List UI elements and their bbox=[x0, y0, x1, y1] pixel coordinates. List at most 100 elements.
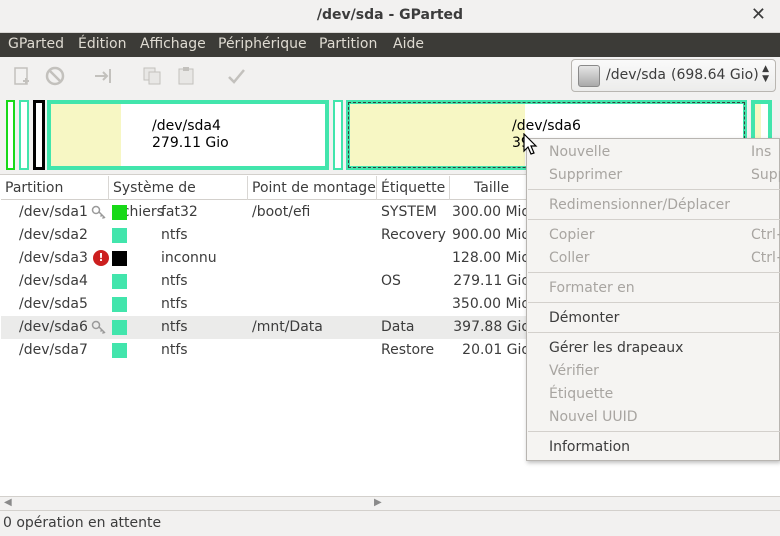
window-title: /dev/sda - GParted bbox=[316, 7, 464, 23]
menu-gparted[interactable]: GParted bbox=[8, 36, 64, 52]
shortcut-copier: Ctrl+ bbox=[751, 227, 780, 243]
partition-name: /dev/sda2 bbox=[19, 227, 88, 243]
used-space-bar bbox=[51, 104, 121, 166]
menu-item-nouvel-uuid[interactable]: Nouvel UUID bbox=[549, 409, 638, 425]
device-selector[interactable]: /dev/sda (698.64 Gio) ▲ ▼ bbox=[571, 59, 776, 92]
menu-separator bbox=[528, 189, 780, 190]
filesystem-color-swatch bbox=[112, 228, 127, 243]
menu-peripherique[interactable]: Périphérique bbox=[218, 36, 307, 52]
delete-icon[interactable] bbox=[45, 66, 65, 86]
menu-aide[interactable]: Aide bbox=[393, 36, 424, 52]
disk-segment-sda3[interactable] bbox=[33, 100, 45, 170]
size-value: 20.01 Gio bbox=[462, 342, 530, 358]
horizontal-scrollbar[interactable]: ◀ ▶ bbox=[0, 496, 780, 510]
shortcut-coller: Ctrl+ bbox=[751, 250, 780, 266]
disk-segment-sda2[interactable] bbox=[19, 100, 29, 170]
filesystem-value: ntfs bbox=[161, 227, 188, 243]
label-value: SYSTEM bbox=[381, 204, 437, 220]
title-bar: /dev/sda - GParted ✕ bbox=[0, 0, 780, 33]
menu-item-supprimer[interactable]: Supprimer bbox=[549, 167, 622, 183]
filesystem-color-swatch bbox=[112, 251, 127, 266]
mounted-key-icon bbox=[91, 319, 107, 335]
close-icon[interactable]: ✕ bbox=[751, 5, 766, 25]
label-value: Restore bbox=[381, 342, 435, 358]
menu-item-information[interactable]: Information bbox=[549, 439, 630, 455]
hard-disk-icon bbox=[578, 65, 600, 87]
partition-name: /dev/sda6 bbox=[19, 319, 88, 335]
partition-context-menu: Nouvelle Ins Supprimer Supp Redimensionn… bbox=[526, 138, 780, 461]
mouse-pointer-icon bbox=[523, 133, 538, 155]
menu-item-formater[interactable]: Formater en bbox=[549, 280, 635, 296]
scroll-left-icon[interactable]: ◀ bbox=[4, 497, 12, 508]
spinner-arrows-icon: ▲ ▼ bbox=[762, 64, 769, 84]
paste-icon[interactable] bbox=[176, 66, 196, 86]
device-size: (698.64 Gio) bbox=[671, 67, 759, 83]
menu-partition[interactable]: Partition bbox=[319, 36, 377, 52]
menu-separator bbox=[528, 431, 780, 432]
column-partition[interactable]: Partition bbox=[1, 176, 109, 200]
disk-segment-sda5[interactable] bbox=[333, 100, 343, 170]
filesystem-color-swatch bbox=[112, 297, 127, 312]
shortcut-supprimer: Supp bbox=[751, 167, 780, 183]
column-mountpoint[interactable]: Point de montage bbox=[248, 176, 377, 200]
filesystem-value: fat32 bbox=[161, 204, 198, 220]
menu-item-redimensionner[interactable]: Redimensionner/Déplacer bbox=[549, 197, 730, 213]
column-filesystem[interactable]: Système de fichiers bbox=[109, 176, 248, 220]
size-value: 128.00 Mio bbox=[452, 250, 530, 266]
partition-name: /dev/sda1 bbox=[19, 204, 88, 220]
filesystem-value: ntfs bbox=[161, 342, 188, 358]
label-value: Data bbox=[381, 319, 415, 335]
size-value: 900.00 Mio bbox=[452, 227, 530, 243]
disk-segment-sda1[interactable] bbox=[6, 100, 15, 170]
menu-separator bbox=[528, 272, 780, 273]
size-value: 300.00 Mio bbox=[452, 204, 530, 220]
status-bar: 0 opération en attente bbox=[0, 510, 780, 536]
menu-edition[interactable]: Édition bbox=[78, 36, 126, 52]
column-label[interactable]: Étiquette bbox=[377, 176, 450, 200]
segment-name: /dev/sda4 bbox=[152, 118, 221, 134]
partition-name: /dev/sda7 bbox=[19, 342, 88, 358]
mountpoint-value: /mnt/Data bbox=[252, 319, 323, 335]
label-value: Recovery bbox=[381, 227, 446, 243]
scroll-right-icon[interactable]: ▶ bbox=[374, 497, 382, 508]
device-name: /dev/sda bbox=[606, 67, 666, 83]
menu-separator bbox=[528, 302, 780, 303]
menu-item-copier[interactable]: Copier bbox=[549, 227, 595, 243]
label-value: OS bbox=[381, 273, 401, 289]
filesystem-color-swatch bbox=[112, 205, 127, 220]
size-value: 279.11 Gio bbox=[453, 273, 530, 289]
filesystem-value: ntfs bbox=[161, 273, 188, 289]
new-partition-icon[interactable] bbox=[12, 66, 32, 86]
partition-name: /dev/sda3 bbox=[19, 250, 88, 266]
used-space-bar bbox=[350, 104, 525, 166]
size-value: 350.00 Mio bbox=[452, 296, 530, 312]
disk-segment-sda4[interactable]: /dev/sda4 279.11 Gio bbox=[47, 100, 329, 170]
copy-icon[interactable] bbox=[142, 66, 162, 86]
menu-separator bbox=[528, 219, 780, 220]
menu-item-nouvelle[interactable]: Nouvelle bbox=[549, 144, 610, 160]
menu-item-coller[interactable]: Coller bbox=[549, 250, 590, 266]
warning-icon: ! bbox=[93, 250, 109, 266]
menu-item-etiquette[interactable]: Étiquette bbox=[549, 386, 613, 402]
menu-separator bbox=[528, 332, 780, 333]
segment-size: 279.11 Gio bbox=[152, 135, 229, 151]
partition-name: /dev/sda5 bbox=[19, 296, 88, 312]
filesystem-value: inconnu bbox=[161, 250, 217, 266]
filesystem-value: ntfs bbox=[161, 319, 188, 335]
mounted-key-icon bbox=[91, 204, 107, 220]
apply-icon[interactable] bbox=[226, 66, 246, 86]
filesystem-color-swatch bbox=[112, 343, 127, 358]
menu-item-drapeaux[interactable]: Gérer les drapeaux bbox=[549, 340, 683, 356]
resize-move-icon[interactable] bbox=[93, 66, 113, 86]
pending-operations: 0 opération en attente bbox=[3, 515, 162, 531]
partition-name: /dev/sda4 bbox=[19, 273, 88, 289]
menu-item-demonter[interactable]: Démonter bbox=[549, 310, 619, 326]
menu-item-verifier[interactable]: Vérifier bbox=[549, 363, 599, 379]
filesystem-value: ntfs bbox=[161, 296, 188, 312]
mountpoint-value: /boot/efi bbox=[252, 204, 311, 220]
menu-affichage[interactable]: Affichage bbox=[140, 36, 206, 52]
filesystem-color-swatch bbox=[112, 320, 127, 335]
shortcut-nouvelle: Ins bbox=[751, 144, 772, 160]
filesystem-color-swatch bbox=[112, 274, 127, 289]
size-value: 397.88 Gio bbox=[453, 319, 530, 335]
